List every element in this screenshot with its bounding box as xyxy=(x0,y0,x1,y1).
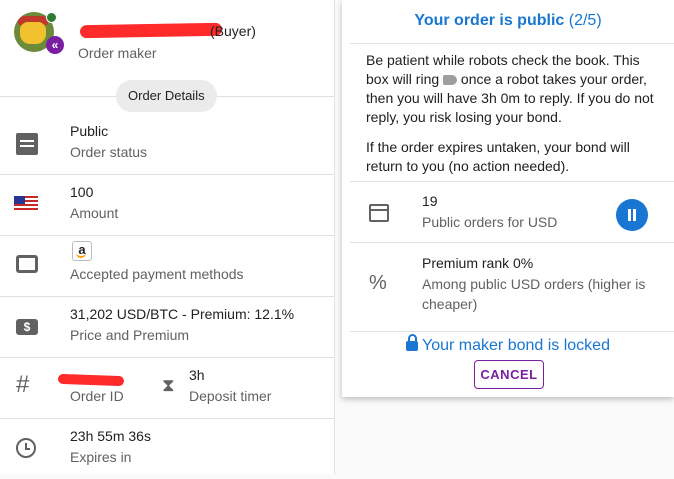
lock-icon xyxy=(406,334,419,351)
public-orders-label: Public orders for USD xyxy=(422,214,558,230)
percent-icon: % xyxy=(369,272,387,294)
maker-type-badge: « xyxy=(46,36,64,54)
amount-label: Amount xyxy=(70,205,119,221)
order-public-dialog: Your order is public (2/5) Be patient wh… xyxy=(342,0,674,397)
store-icon xyxy=(369,204,389,222)
amount-value: 100 xyxy=(70,184,94,200)
dialog-message-1: Be patient while robots check the book. … xyxy=(366,52,654,125)
bond-status: Your maker bond is locked xyxy=(342,334,674,355)
price-label: Price and Premium xyxy=(70,327,190,343)
dialog-message-2: If the order expires untaken, your bond … xyxy=(366,139,630,174)
redacted-order-id xyxy=(57,373,125,387)
expires-row: 23h 55m 36s Expires in xyxy=(0,418,334,479)
order-details-chip: Order Details xyxy=(116,80,217,112)
expires-label: Expires in xyxy=(70,449,132,465)
deposit-timer-label: Deposit timer xyxy=(189,388,272,404)
order-details-panel: « (Buyer) Order maker Order Details Publ… xyxy=(0,0,335,474)
price-row: 31,202 USD/BTC - Premium: 12.1% Price an… xyxy=(0,296,334,358)
price-icon xyxy=(16,319,38,335)
online-status-dot xyxy=(46,12,57,23)
order-id-row: # Order ID ⧗ 3h Deposit timer xyxy=(0,357,334,419)
order-maker: « (Buyer) Order maker xyxy=(14,12,334,61)
expires-value: 23h 55m 36s xyxy=(70,428,151,444)
amazon-payment-icon: a xyxy=(72,241,92,261)
price-value: 31,202 USD/BTC - Premium: 12.1% xyxy=(70,306,295,322)
order-status-value: Public xyxy=(70,123,109,139)
bell-icon xyxy=(443,75,458,85)
order-details-divider: Order Details xyxy=(0,79,334,113)
cancel-button[interactable]: CANCEL xyxy=(474,360,544,389)
payment-methods-label: Accepted payment methods xyxy=(70,266,244,282)
maker-role-suffix: (Buyer) xyxy=(210,23,256,39)
order-status-icon xyxy=(16,133,38,155)
order-id-label: Order ID xyxy=(70,388,124,404)
public-orders-count: 19 xyxy=(422,193,438,209)
hash-icon: # xyxy=(16,371,30,398)
order-status-label: Order status xyxy=(70,144,148,160)
order-status-row: Public Order status xyxy=(0,113,334,175)
dialog-step: (2/5) xyxy=(568,12,602,29)
payment-methods-icon xyxy=(16,255,38,273)
amount-row: 100 Amount xyxy=(0,174,334,236)
clock-icon xyxy=(16,438,36,458)
hourglass-icon: ⧗ xyxy=(162,375,175,395)
premium-rank-value: Premium rank 0% xyxy=(422,255,534,271)
us-flag-icon xyxy=(14,196,38,212)
premium-rank-label: Among public USD orders (higher is cheap… xyxy=(422,276,646,312)
dialog-title: Your order is public (2/5) xyxy=(414,12,602,29)
redacted-nickname xyxy=(79,22,223,39)
deposit-timer-value: 3h xyxy=(189,367,205,383)
maker-role-label: Order maker xyxy=(78,45,157,61)
pause-icon[interactable] xyxy=(616,199,648,231)
payment-methods-row: a Accepted payment methods xyxy=(0,235,334,297)
